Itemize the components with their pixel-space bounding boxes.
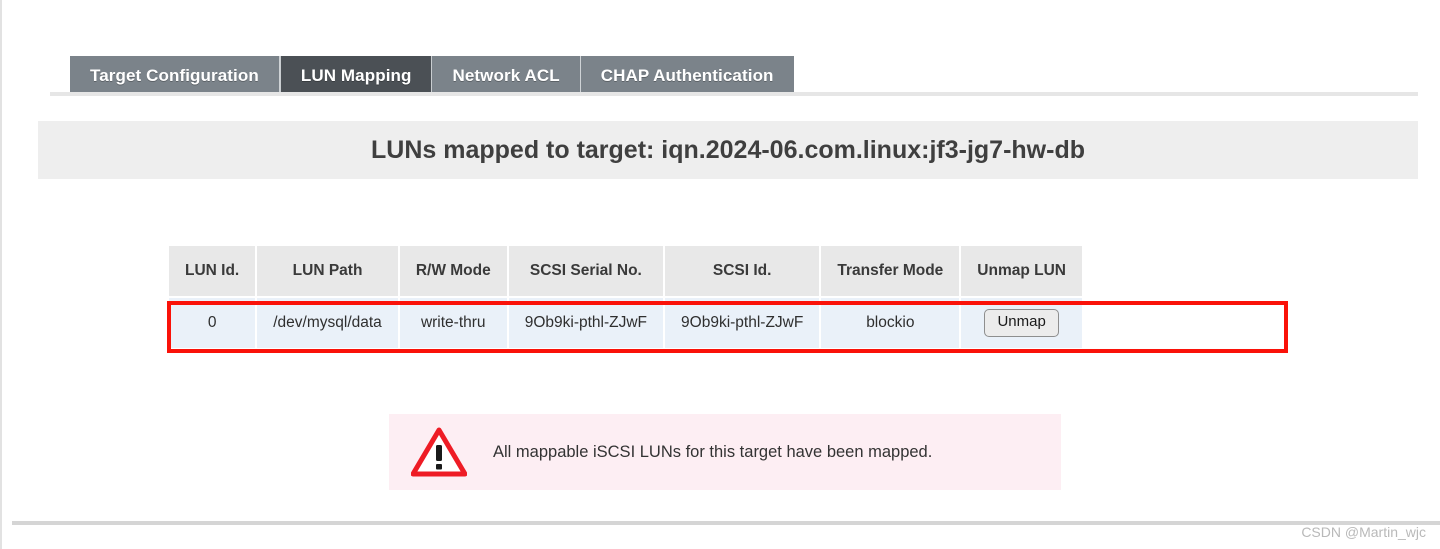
footer-divider: [12, 521, 1440, 525]
column-header-scsi-serial-no: SCSI Serial No.: [507, 246, 666, 298]
tab-label: LUN Mapping: [300, 65, 412, 85]
column-header-lun-path: LUN Path: [256, 246, 400, 298]
table-body: 0 /dev/mysql/data write-thru 9Ob9ki-pthl…: [169, 297, 1082, 348]
cell-lun-path: /dev/mysql/data: [256, 297, 400, 348]
cell-scsi-serial-no: 9Ob9ki-pthl-ZJwF: [507, 297, 666, 348]
cell-rw-mode: write-thru: [398, 297, 509, 348]
column-header-rw-mode: R/W Mode: [398, 246, 509, 298]
tab-lun-mapping[interactable]: LUN Mapping: [279, 56, 433, 95]
lun-mapping-table: LUN Id. LUN Path R/W Mode SCSI Serial No…: [169, 246, 1082, 348]
table-header: LUN Id. LUN Path R/W Mode SCSI Serial No…: [169, 246, 1082, 298]
watermark: CSDN @Martin_wjc: [1301, 524, 1426, 540]
lun-mapping-table-container: LUN Id. LUN Path R/W Mode SCSI Serial No…: [169, 246, 1082, 348]
tab-label: Target Configuration: [90, 65, 259, 85]
cell-transfer-mode: blockio: [820, 297, 962, 348]
cell-scsi-id: 9Ob9ki-pthl-ZJwF: [664, 297, 822, 348]
tab-network-acl[interactable]: Network ACL: [432, 56, 581, 95]
column-header-lun-id: LUN Id.: [169, 246, 258, 298]
column-header-unmap-lun: Unmap LUN: [960, 246, 1082, 298]
unmap-button[interactable]: Unmap: [984, 309, 1059, 337]
table-header-row: LUN Id. LUN Path R/W Mode SCSI Serial No…: [169, 246, 1082, 298]
column-header-scsi-id: SCSI Id.: [664, 246, 822, 298]
tab-bar: Target Configuration LUN Mapping Network…: [70, 56, 794, 95]
page-frame: Target Configuration LUN Mapping Network…: [0, 0, 1440, 549]
cell-lun-id: 0: [169, 297, 258, 348]
tab-label: CHAP Authentication: [600, 65, 774, 85]
tab-label: Network ACL: [452, 65, 560, 85]
cell-unmap-action: Unmap: [960, 297, 1082, 348]
tab-bar-divider: [50, 92, 1418, 96]
notice-message: All mappable iSCSI LUNs for this target …: [493, 442, 933, 461]
table-row: 0 /dev/mysql/data write-thru 9Ob9ki-pthl…: [169, 297, 1082, 348]
tab-chap-authentication[interactable]: CHAP Authentication: [580, 56, 794, 95]
page-title: LUNs mapped to target: iqn.2024-06.com.l…: [371, 135, 1085, 164]
warning-triangle-icon: [411, 427, 467, 477]
tab-target-configuration[interactable]: Target Configuration: [70, 56, 280, 95]
column-header-transfer-mode: Transfer Mode: [820, 246, 962, 298]
page-title-band: LUNs mapped to target: iqn.2024-06.com.l…: [38, 121, 1418, 179]
notice-box: All mappable iSCSI LUNs for this target …: [389, 414, 1061, 490]
